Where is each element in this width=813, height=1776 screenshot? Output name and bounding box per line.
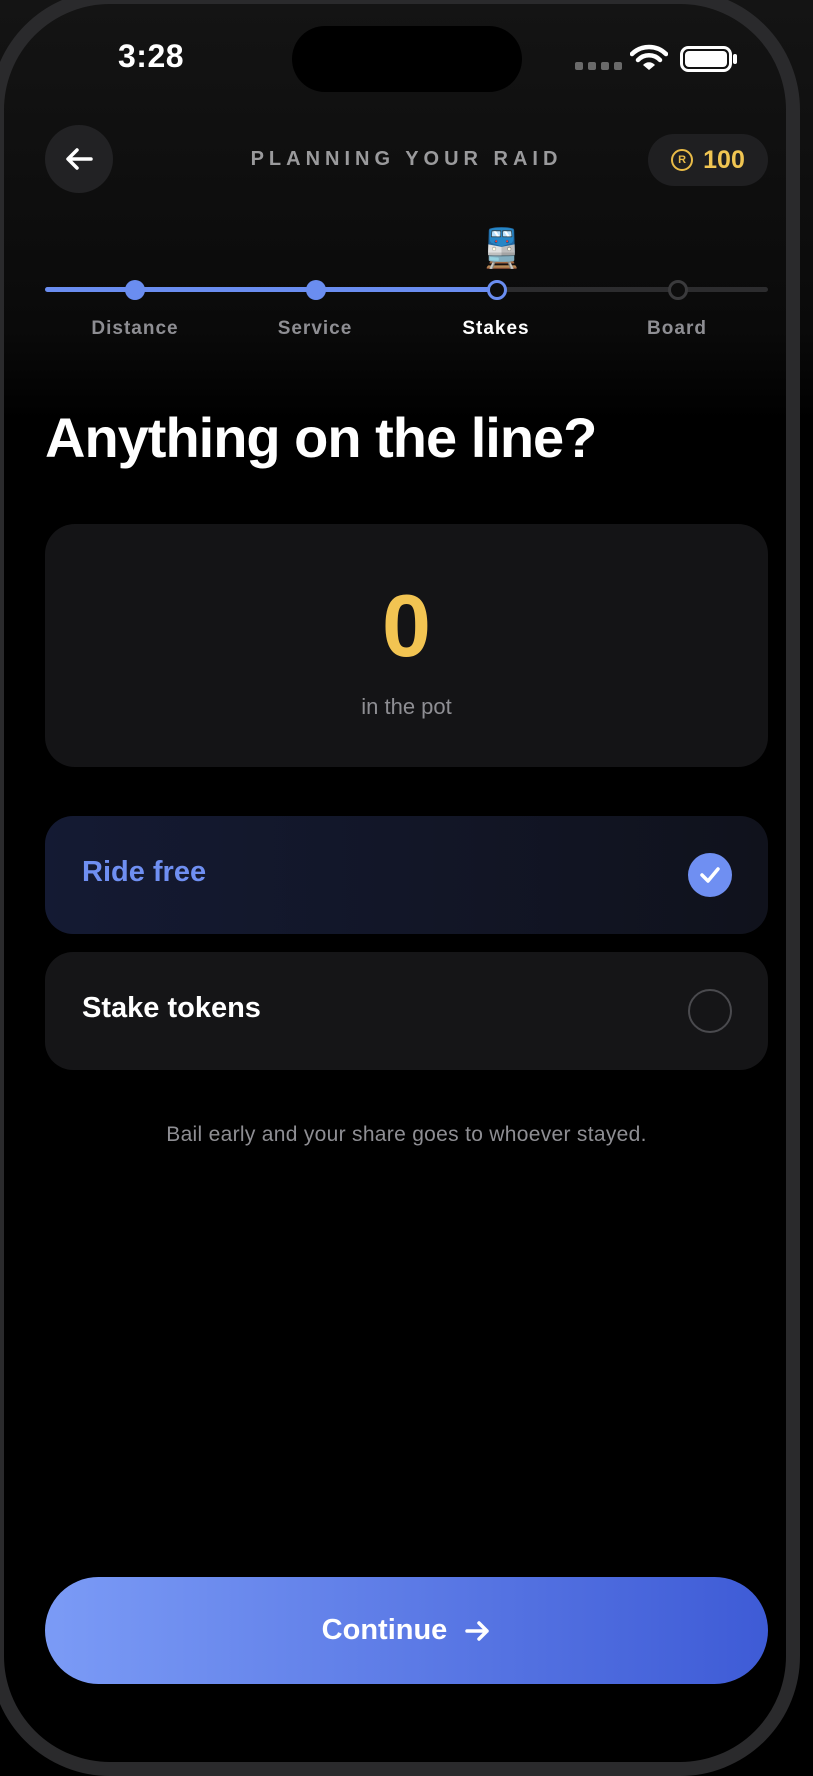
status-time: 3:28 bbox=[118, 38, 185, 74]
step-label-distance[interactable]: Distance bbox=[45, 318, 225, 340]
pot-amount: 0 bbox=[382, 576, 431, 675]
token-balance-badge[interactable]: R 100 bbox=[648, 134, 768, 186]
battery-icon bbox=[680, 46, 737, 72]
step-label-stakes[interactable]: Stakes bbox=[406, 318, 586, 340]
step-dot-stakes bbox=[487, 280, 507, 300]
continue-label: Continue bbox=[321, 1614, 448, 1646]
step-dot-service bbox=[306, 280, 326, 300]
train-icon: 🚆 bbox=[478, 228, 526, 270]
stakes-hint: Bail early and your share goes to whoeve… bbox=[166, 1123, 647, 1146]
wifi-icon bbox=[630, 44, 668, 70]
option-label: Stake tokens bbox=[82, 992, 261, 1024]
page-title: Anything on the line? bbox=[45, 406, 597, 469]
coin-icon: R bbox=[671, 149, 694, 171]
option-ride-free[interactable]: Ride free bbox=[45, 816, 768, 934]
option-stake-tokens[interactable]: Stake tokens bbox=[45, 952, 768, 1070]
app-screen: 3:28 PLANNING YOUR RAID R 100 🚆 Distance… bbox=[0, 0, 813, 1766]
continue-button[interactable]: Continue bbox=[45, 1577, 768, 1684]
pot-card: 0 in the pot bbox=[45, 524, 768, 767]
arrow-right-icon bbox=[465, 1620, 490, 1641]
pot-label: in the pot bbox=[361, 694, 452, 719]
progress-fill bbox=[45, 287, 496, 292]
step-dot-distance bbox=[125, 280, 145, 300]
checkmark-icon bbox=[688, 853, 732, 897]
step-label-board: Board bbox=[647, 318, 707, 339]
step-label-service[interactable]: Service bbox=[225, 318, 405, 340]
radio-unchecked-icon bbox=[688, 989, 732, 1033]
option-label: Ride free bbox=[82, 856, 207, 888]
step-dot-board bbox=[668, 280, 688, 300]
cellular-signal-icon bbox=[575, 62, 622, 70]
dynamic-island bbox=[292, 26, 522, 92]
token-balance: 100 bbox=[703, 145, 745, 174]
